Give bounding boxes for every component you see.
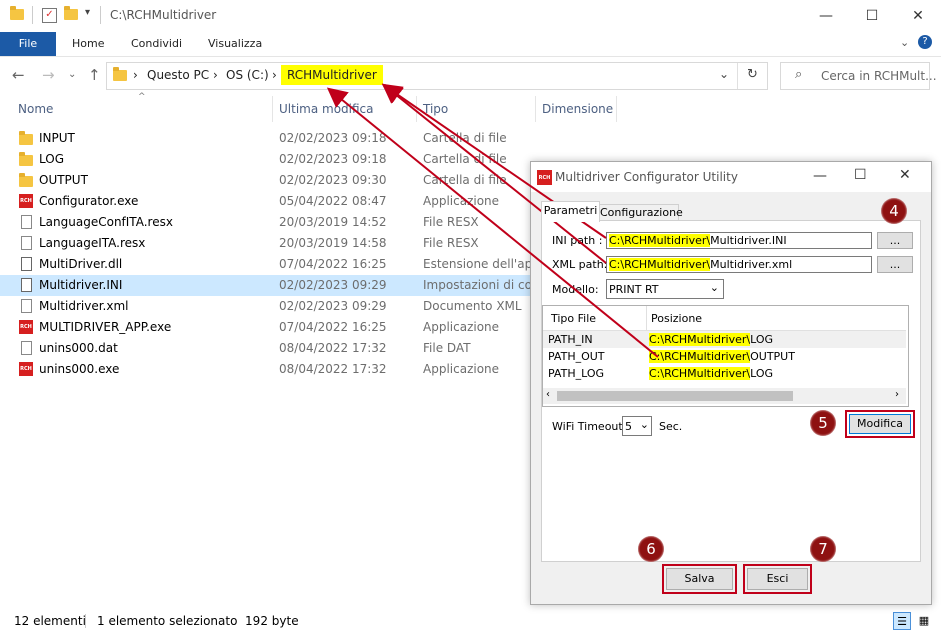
annotation-arrows bbox=[326, 83, 659, 358]
tab-parametri[interactable]: Parametri bbox=[541, 201, 600, 222]
arrow-grid-to-folder bbox=[326, 87, 659, 358]
arrow-xml-to-folder bbox=[381, 83, 607, 264]
